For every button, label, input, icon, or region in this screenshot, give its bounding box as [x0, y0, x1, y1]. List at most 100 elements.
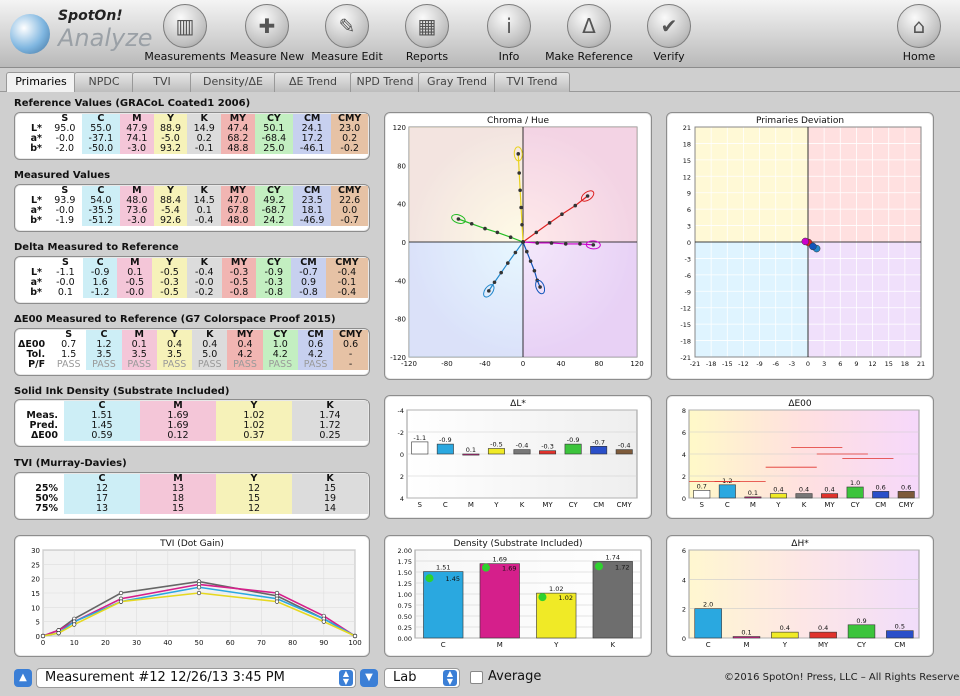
- bar: [732, 636, 761, 639]
- table-cell: -0.2: [331, 144, 368, 154]
- tab-3[interactable]: Density/ΔE: [190, 72, 276, 92]
- x-tick-label: 80: [288, 639, 297, 647]
- quadrant: [409, 242, 523, 357]
- bar: [564, 443, 582, 455]
- x-tick-label: C: [725, 501, 730, 509]
- tab-6[interactable]: Gray Trend: [418, 72, 496, 92]
- toolbar-button-measure-edit[interactable]: ✎ Measure Edit: [302, 4, 392, 66]
- y-tick-label: 10: [31, 604, 40, 612]
- y-tick-label: 12: [683, 173, 691, 181]
- table-row: b* -1.9 -51.2 -3.0 92.6 -0.4 48.0 24.2 -46.9 -0.7: [16, 216, 368, 226]
- data-label: 1.02: [549, 585, 563, 593]
- toolbar-button-measurements[interactable]: ▥ Measurements: [140, 4, 230, 66]
- colorspace-select[interactable]: Lab ▲ ▼: [384, 668, 460, 688]
- quadrant: [695, 127, 808, 242]
- table-cell: 48.0: [221, 216, 255, 226]
- y-tick-label: 0.75: [398, 602, 412, 610]
- x-tick-label: 0: [806, 360, 810, 368]
- bar: [809, 631, 837, 639]
- primaries-deviation-chart: Primaries Deviation -21 -18 -15 -12 -9 -6 -3 0 3 6…: [680, 116, 925, 368]
- y-tick-label: 6: [682, 429, 686, 437]
- y-tick-label: 80: [397, 162, 406, 170]
- toolbar-button-reports[interactable]: ▦ Reports: [382, 4, 472, 66]
- y-tick-label: 9: [687, 190, 691, 198]
- table-cell: 0.59: [64, 431, 140, 441]
- tab-4[interactable]: ΔE Trend: [274, 72, 352, 92]
- table-cell: PASS: [262, 360, 298, 370]
- data-point: [520, 222, 524, 227]
- y-tick-label: 0: [400, 451, 404, 459]
- table-cell: 15: [140, 504, 216, 514]
- y-tick-label: 0.00: [398, 635, 412, 643]
- x-tick-label: MY: [818, 641, 829, 649]
- x-tick-label: CMY: [899, 501, 915, 509]
- x-tick-label: 0: [41, 639, 45, 647]
- data-label: -0.5: [490, 441, 503, 449]
- bar: [513, 449, 531, 455]
- y-tick-label: 0: [682, 495, 686, 503]
- tab-0[interactable]: Primaries: [6, 72, 76, 92]
- x-tick-label: Y: [782, 641, 788, 649]
- table-cell: PASS: [297, 360, 334, 370]
- next-measurement-button[interactable]: ▼: [360, 669, 378, 687]
- data-label: -0.4: [516, 442, 529, 450]
- x-tick-label: 70: [257, 639, 266, 647]
- x-tick-label: -15: [722, 360, 733, 368]
- toolbar-button-make-reference[interactable]: Δ Make Reference: [544, 4, 634, 66]
- previous-measurement-button[interactable]: ▲: [14, 669, 32, 687]
- table-row: b* -2.0 -50.0 -3.0 93.2 -0.1 48.8 25.0 -46.1 -0.2: [16, 144, 368, 154]
- tab-7[interactable]: TVI Trend: [494, 72, 570, 92]
- y-tick-label: 2.00: [398, 547, 412, 555]
- x-tick-label: 9: [854, 360, 858, 368]
- data-point: [506, 261, 510, 265]
- copyright-text: ©2016 SpotOn! Press, LLC – All Rights Re…: [724, 672, 960, 683]
- tab-5[interactable]: NPD Trend: [350, 72, 420, 92]
- x-tick-label: 40: [557, 360, 566, 368]
- bar: [487, 448, 505, 455]
- data-point: [196, 585, 202, 590]
- data-label: 0.1: [466, 446, 476, 454]
- table-cell: -0.8: [221, 288, 257, 298]
- select-chevron-icon: ▲ ▼: [339, 670, 353, 686]
- toolbar-button-label: Make Reference: [545, 50, 633, 63]
- toolbar-button-verify[interactable]: ✔ Verify: [624, 4, 714, 66]
- average-checkbox[interactable]: [470, 671, 483, 684]
- toolbar-button-measure-new[interactable]: ✚ Measure New: [222, 4, 312, 66]
- table-cell: -0.8: [291, 288, 326, 298]
- data-point: [274, 590, 280, 596]
- tab-2[interactable]: TVI: [132, 72, 192, 92]
- y-tick-label: -80: [395, 316, 406, 324]
- toolbar-button-label: Home: [902, 50, 936, 63]
- data-point: [321, 619, 326, 624]
- bar: [694, 608, 722, 639]
- y-tick-label: 2: [400, 473, 404, 481]
- quadrant: [409, 127, 523, 242]
- x-tick-label: CM: [875, 501, 886, 509]
- make-reference-icon: Δ: [567, 4, 611, 48]
- tab-1[interactable]: NPDC: [74, 72, 134, 92]
- row-header: ΔE00: [30, 430, 58, 441]
- data-point: [517, 171, 521, 175]
- toolbar-button-info[interactable]: i Info: [464, 4, 554, 66]
- predicted-marker: [594, 562, 603, 571]
- data-label: 1.0: [850, 479, 860, 487]
- table-cell: 24.2: [254, 216, 294, 226]
- chroma-hue-panel: Chroma / Hue -120 -80 -40 0 40 80 120 120 80 40 0 -4…: [384, 112, 652, 380]
- table-row: ΔE00 0.59 0.12 0.37 0.25: [16, 431, 368, 441]
- bar: [771, 631, 799, 639]
- measurement-select[interactable]: Measurement #12 12/26/13 3:45 PM ▲ ▼: [36, 668, 356, 688]
- y-tick-label: -12: [680, 305, 691, 313]
- verify-icon: ✔: [647, 4, 691, 48]
- table-cell: 13: [64, 504, 140, 514]
- data-point: [525, 249, 529, 254]
- chart-title: Density (Substrate Included): [453, 539, 582, 549]
- data-point: [469, 221, 474, 226]
- y-tick-label: 4: [682, 576, 686, 584]
- table-cell: -3.0: [119, 144, 154, 154]
- de00-chart-panel: ΔE00 8 6 4 2 0 0.7 S 1.2 C 0.1 M 0.4 Y 0.4 K 0.4 MY 1.0 CY 0…: [666, 395, 934, 519]
- delta-h-panel: ΔH* 6 4 2 0 2.0 C 0.1 M 0.4 Y 0.4 MY 0.9 CY 0.5 CM: [666, 535, 934, 657]
- data-label: 0.1: [748, 489, 758, 497]
- toolbar-button-home[interactable]: ⌂ Home: [874, 4, 960, 66]
- table-cell: PASS: [121, 360, 157, 370]
- data-point: [563, 242, 568, 246]
